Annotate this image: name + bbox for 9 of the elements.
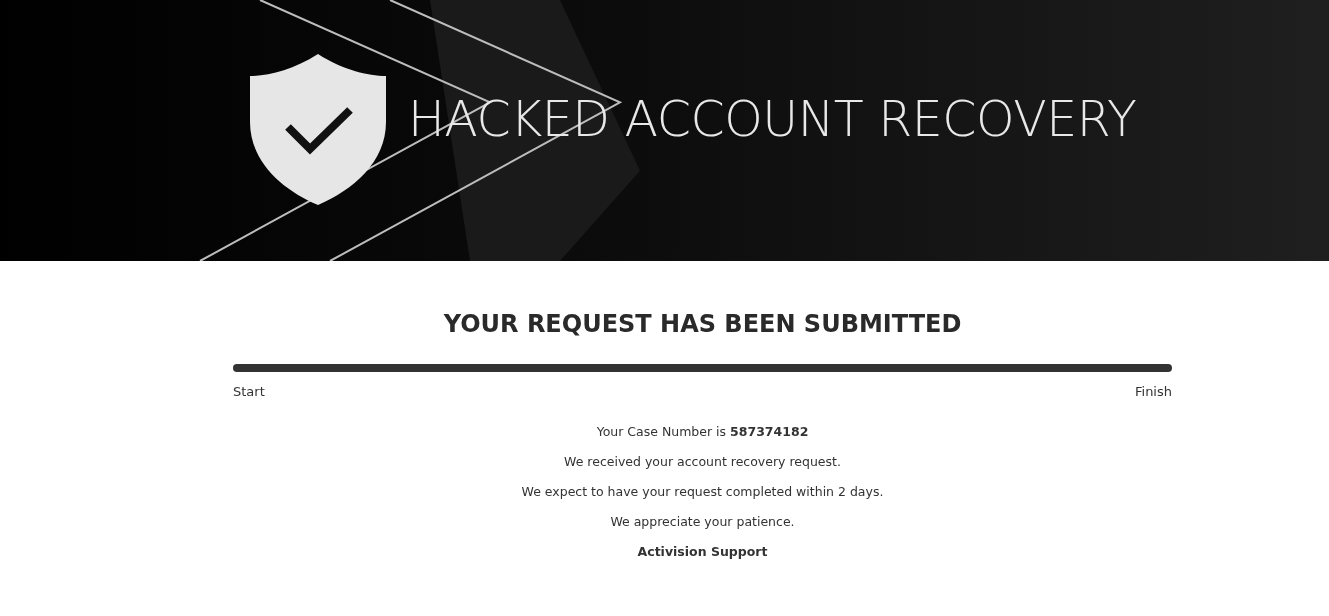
message-text: We appreciate your patience. — [610, 513, 795, 530]
page-heading: YOUR REQUEST HAS BEEN SUBMITTED — [442, 310, 963, 338]
finish-label: Finish — [1135, 384, 1172, 399]
start-label: Start — [233, 384, 265, 399]
signature-text: Activision Support — [637, 543, 768, 560]
shield-check-icon — [248, 52, 388, 207]
message-text: We received your account recovery request. — [564, 453, 841, 470]
message-text: We expect to have your request completed within 2 days. — [521, 483, 884, 500]
message-text: Your Case Number is 587374182 — [596, 423, 809, 440]
